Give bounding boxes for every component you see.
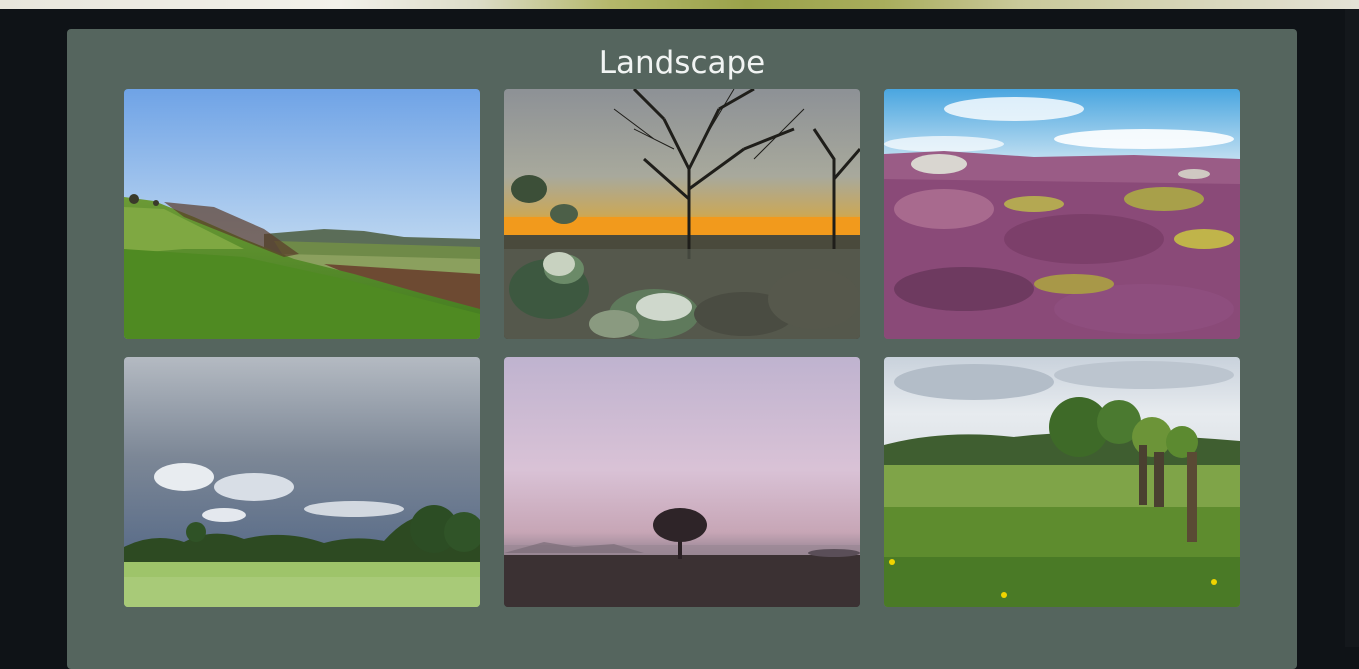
photo-lone-tree-misty-dawn[interactable] [504,357,860,607]
photo-wheat-field-cloudy-sky[interactable] [124,357,480,607]
top-banner-image [0,0,1359,9]
frosty-tree-sunset-image [504,89,860,339]
heather-moorland-image [884,89,1240,339]
photo-green-hills-valley[interactable] [124,89,480,339]
photo-frosty-tree-sunset[interactable] [504,89,860,339]
meadow-willow-trees-image [884,357,1240,607]
green-hills-valley-image [124,89,480,339]
photo-meadow-willow-trees[interactable] [884,357,1240,607]
scrollbar-track[interactable] [1345,9,1359,647]
landscape-section: Landscape [67,29,1297,669]
lone-tree-misty-dawn-image [504,357,860,607]
section-title: Landscape [598,45,766,81]
photo-heather-moorland[interactable] [884,89,1240,339]
wheat-field-cloudy-sky-image [124,357,480,607]
